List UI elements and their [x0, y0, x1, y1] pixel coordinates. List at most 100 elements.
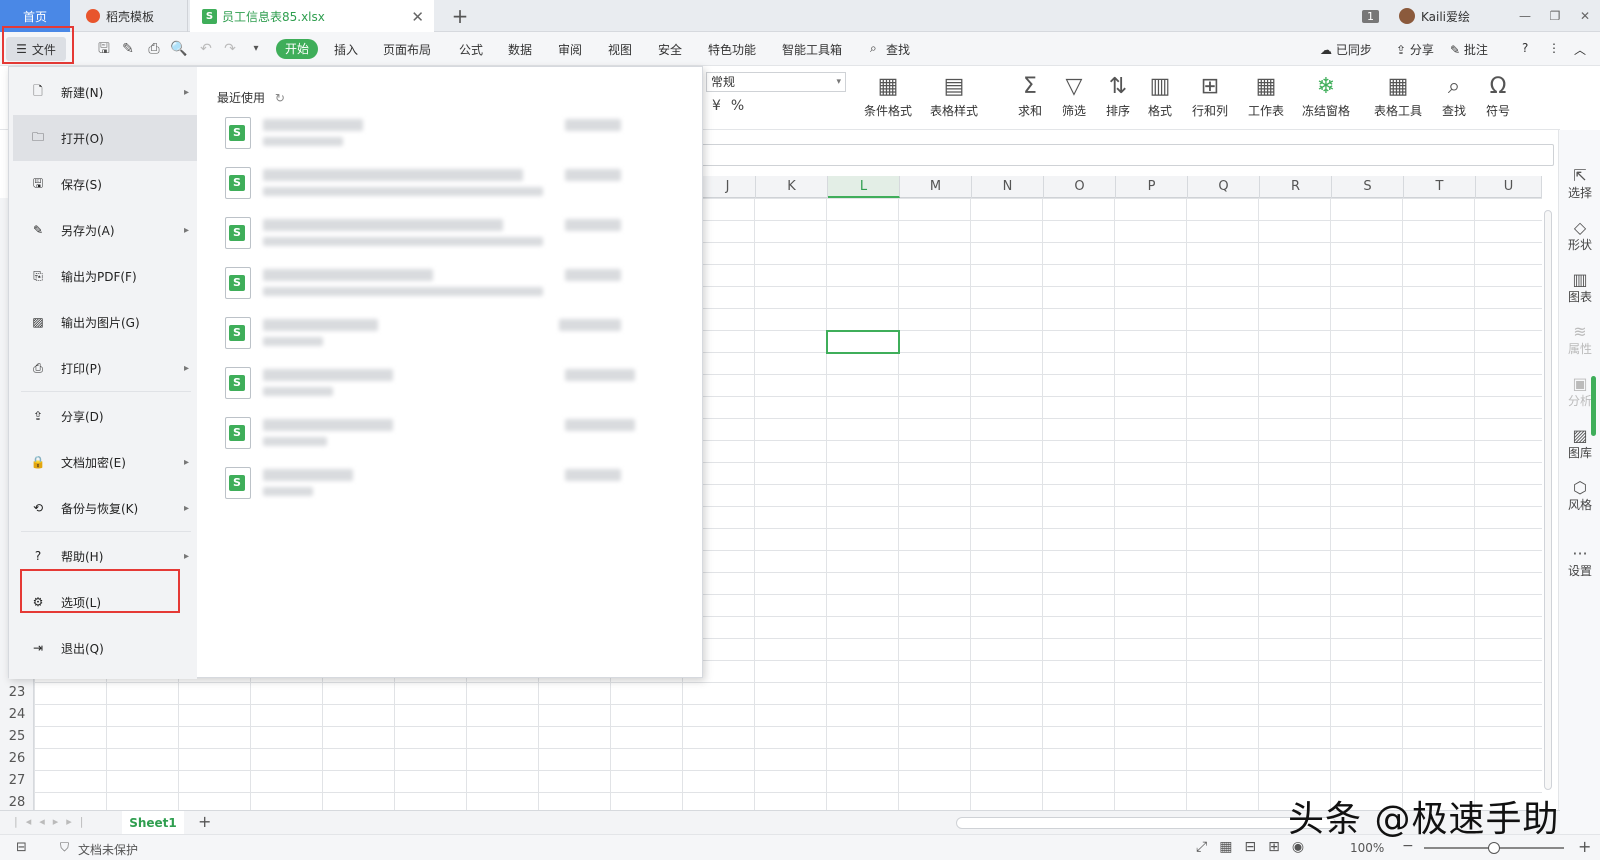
minimize-icon[interactable]: — [1510, 9, 1540, 23]
menu-item-open[interactable]: 🗀 打开(O) [13, 115, 197, 161]
exit-icon: ⇥ [32, 641, 44, 655]
recent-file-item[interactable]: S [225, 113, 645, 157]
column-header-p[interactable]: P [1116, 176, 1188, 198]
table-tools-button[interactable]: ▦ 表格工具 [1368, 72, 1428, 119]
panel-style[interactable]: ⬡ 风格 [1559, 478, 1600, 513]
row-col-button[interactable]: ⊞ 行和列 [1180, 72, 1240, 119]
menu-tab-view[interactable]: 视图 [608, 41, 632, 58]
column-header-o[interactable]: O [1044, 176, 1116, 198]
more-icon[interactable]: ⋮ [1548, 41, 1560, 55]
recent-file-item[interactable]: S [225, 463, 645, 507]
menu-tab-insert[interactable]: 插入 [334, 41, 358, 58]
zoom-in-icon[interactable]: + [1578, 837, 1591, 856]
symbol-button[interactable]: Ω 符号 [1468, 72, 1528, 119]
protection-status[interactable]: 文档未保护 [78, 841, 138, 858]
recent-file-item[interactable]: S [225, 313, 645, 357]
user-name[interactable]: Kaili爱绘 [1421, 8, 1470, 25]
print-preview-icon[interactable]: 🔍 [170, 41, 187, 57]
format-painter-icon[interactable]: ✎ [120, 41, 136, 57]
column-header-r[interactable]: R [1260, 176, 1332, 198]
tab-daoke-templates[interactable]: 稻壳模板 [76, 0, 188, 32]
panel-settings[interactable]: ··· 设置 [1559, 544, 1600, 579]
menu-tab-formula[interactable]: 公式 [459, 41, 483, 58]
redo-icon[interactable]: ↷ [222, 41, 238, 57]
number-format-select[interactable]: 常规 ▾ [706, 72, 846, 92]
conditional-format-button[interactable]: ▦ 条件格式 [858, 72, 918, 119]
recent-file-item[interactable]: S [225, 263, 645, 307]
column-header-l[interactable]: L [828, 176, 900, 198]
collapse-ribbon-icon[interactable]: ︿ [1574, 41, 1586, 58]
zoom-slider-handle[interactable] [1488, 842, 1500, 854]
formula-input[interactable] [700, 144, 1554, 166]
sheet-tab-sheet1[interactable]: Sheet1 [122, 811, 184, 835]
close-window-icon[interactable]: ✕ [1570, 9, 1600, 23]
menu-tab-start[interactable]: 开始 [276, 39, 318, 59]
menu-item-share[interactable]: ⇪ 分享(D) [13, 393, 197, 439]
print-icon[interactable]: ⎙ [146, 41, 162, 57]
menu-tab-features[interactable]: 特色功能 [708, 41, 756, 58]
toolbar-search-label[interactable]: 查找 [886, 41, 910, 58]
close-tab-icon[interactable]: ✕ [411, 8, 424, 26]
recent-file-item[interactable]: S [225, 363, 645, 407]
menu-tab-review[interactable]: 审阅 [558, 41, 582, 58]
menu-tab-security[interactable]: 安全 [658, 41, 682, 58]
undo-icon[interactable]: ↶ [198, 41, 214, 57]
column-header-k[interactable]: K [756, 176, 828, 198]
row-header-23[interactable]: 23 [0, 682, 34, 704]
column-header-m[interactable]: M [900, 176, 972, 198]
row-header-27[interactable]: 27 [0, 770, 34, 792]
menu-item-export-image[interactable]: ▨ 输出为图片(G) [13, 299, 197, 345]
menu-item-encrypt[interactable]: 🔒 文档加密(E) ▸ [13, 439, 197, 485]
menu-item-new[interactable]: 🗋 新建(N) ▸ [13, 69, 197, 115]
menu-item-print[interactable]: ⎙ 打印(P) ▸ [13, 345, 197, 391]
column-header-q[interactable]: Q [1188, 176, 1260, 198]
comment-button[interactable]: ✎ 批注 [1450, 41, 1488, 58]
row-header-24[interactable]: 24 [0, 704, 34, 726]
avatar[interactable] [1398, 8, 1415, 24]
table-style-button[interactable]: ▤ 表格样式 [924, 72, 984, 119]
menu-tab-page-layout[interactable]: 页面布局 [383, 41, 431, 58]
row-header-25[interactable]: 25 [0, 726, 34, 748]
menu-item-save[interactable]: 🖫 保存(S) [13, 161, 197, 207]
sync-status[interactable]: ☁ 已同步 [1320, 41, 1372, 58]
worksheet-button[interactable]: ▦ 工作表 [1236, 72, 1296, 119]
column-header-t[interactable]: T [1404, 176, 1476, 198]
zoom-slider[interactable] [1424, 842, 1564, 854]
add-sheet-icon[interactable]: + [198, 812, 211, 831]
page-count-badge[interactable]: 1 [1361, 9, 1379, 23]
panel-chart[interactable]: ▥ 图表 [1559, 270, 1600, 305]
refresh-icon[interactable]: ↻ [275, 91, 285, 105]
sheet-nav-icons[interactable]: |◂◂▸▸| [14, 815, 92, 828]
horizontal-scrollbar[interactable] [956, 817, 1336, 829]
column-header-u[interactable]: U [1476, 176, 1542, 198]
panel-shape[interactable]: ◇ 形状 [1559, 218, 1600, 253]
new-tab-button[interactable]: + [448, 0, 472, 32]
column-header-n[interactable]: N [972, 176, 1044, 198]
restore-icon[interactable]: ❐ [1540, 9, 1570, 23]
freeze-pane-button[interactable]: ❄ 冻结窗格 [1296, 72, 1356, 119]
help-icon[interactable]: ? [1522, 41, 1528, 55]
vertical-scrollbar[interactable] [1544, 210, 1552, 790]
zoom-level[interactable]: 100% [1350, 841, 1384, 855]
menu-item-backup[interactable]: ⟲ 备份与恢复(K) ▸ [13, 485, 197, 531]
menu-tab-data[interactable]: 数据 [508, 41, 532, 58]
menu-item-exit[interactable]: ⇥ 退出(Q) [13, 625, 197, 671]
panel-select[interactable]: ⇱ 选择 [1559, 166, 1600, 201]
recent-file-item[interactable]: S [225, 163, 645, 207]
save-icon[interactable]: 🖫 [96, 41, 112, 57]
menu-tab-smart-tools[interactable]: 智能工具箱 [782, 41, 842, 58]
recent-file-item[interactable]: S [225, 213, 645, 257]
menu-item-save-as[interactable]: ✎ 另存为(A) ▸ [13, 207, 197, 253]
panel-properties[interactable]: ≋ 属性 [1559, 322, 1600, 357]
customize-toolbar-icon[interactable]: ▾ [248, 41, 264, 57]
recent-file-item[interactable]: S [225, 413, 645, 457]
column-header-s[interactable]: S [1332, 176, 1404, 198]
row-header-26[interactable]: 26 [0, 748, 34, 770]
status-macro-icon[interactable]: ⊟ [16, 840, 27, 855]
search-icon[interactable]: ⌕ [870, 41, 877, 56]
share-button[interactable]: ⇪ 分享 [1396, 41, 1434, 58]
tab-active-file[interactable]: S 员工信息表85.xlsx ✕ [190, 0, 434, 32]
column-header-j[interactable]: J [700, 176, 756, 198]
selected-cell[interactable] [826, 330, 900, 354]
menu-item-export-pdf[interactable]: ⎘ 输出为PDF(F) [13, 253, 197, 299]
